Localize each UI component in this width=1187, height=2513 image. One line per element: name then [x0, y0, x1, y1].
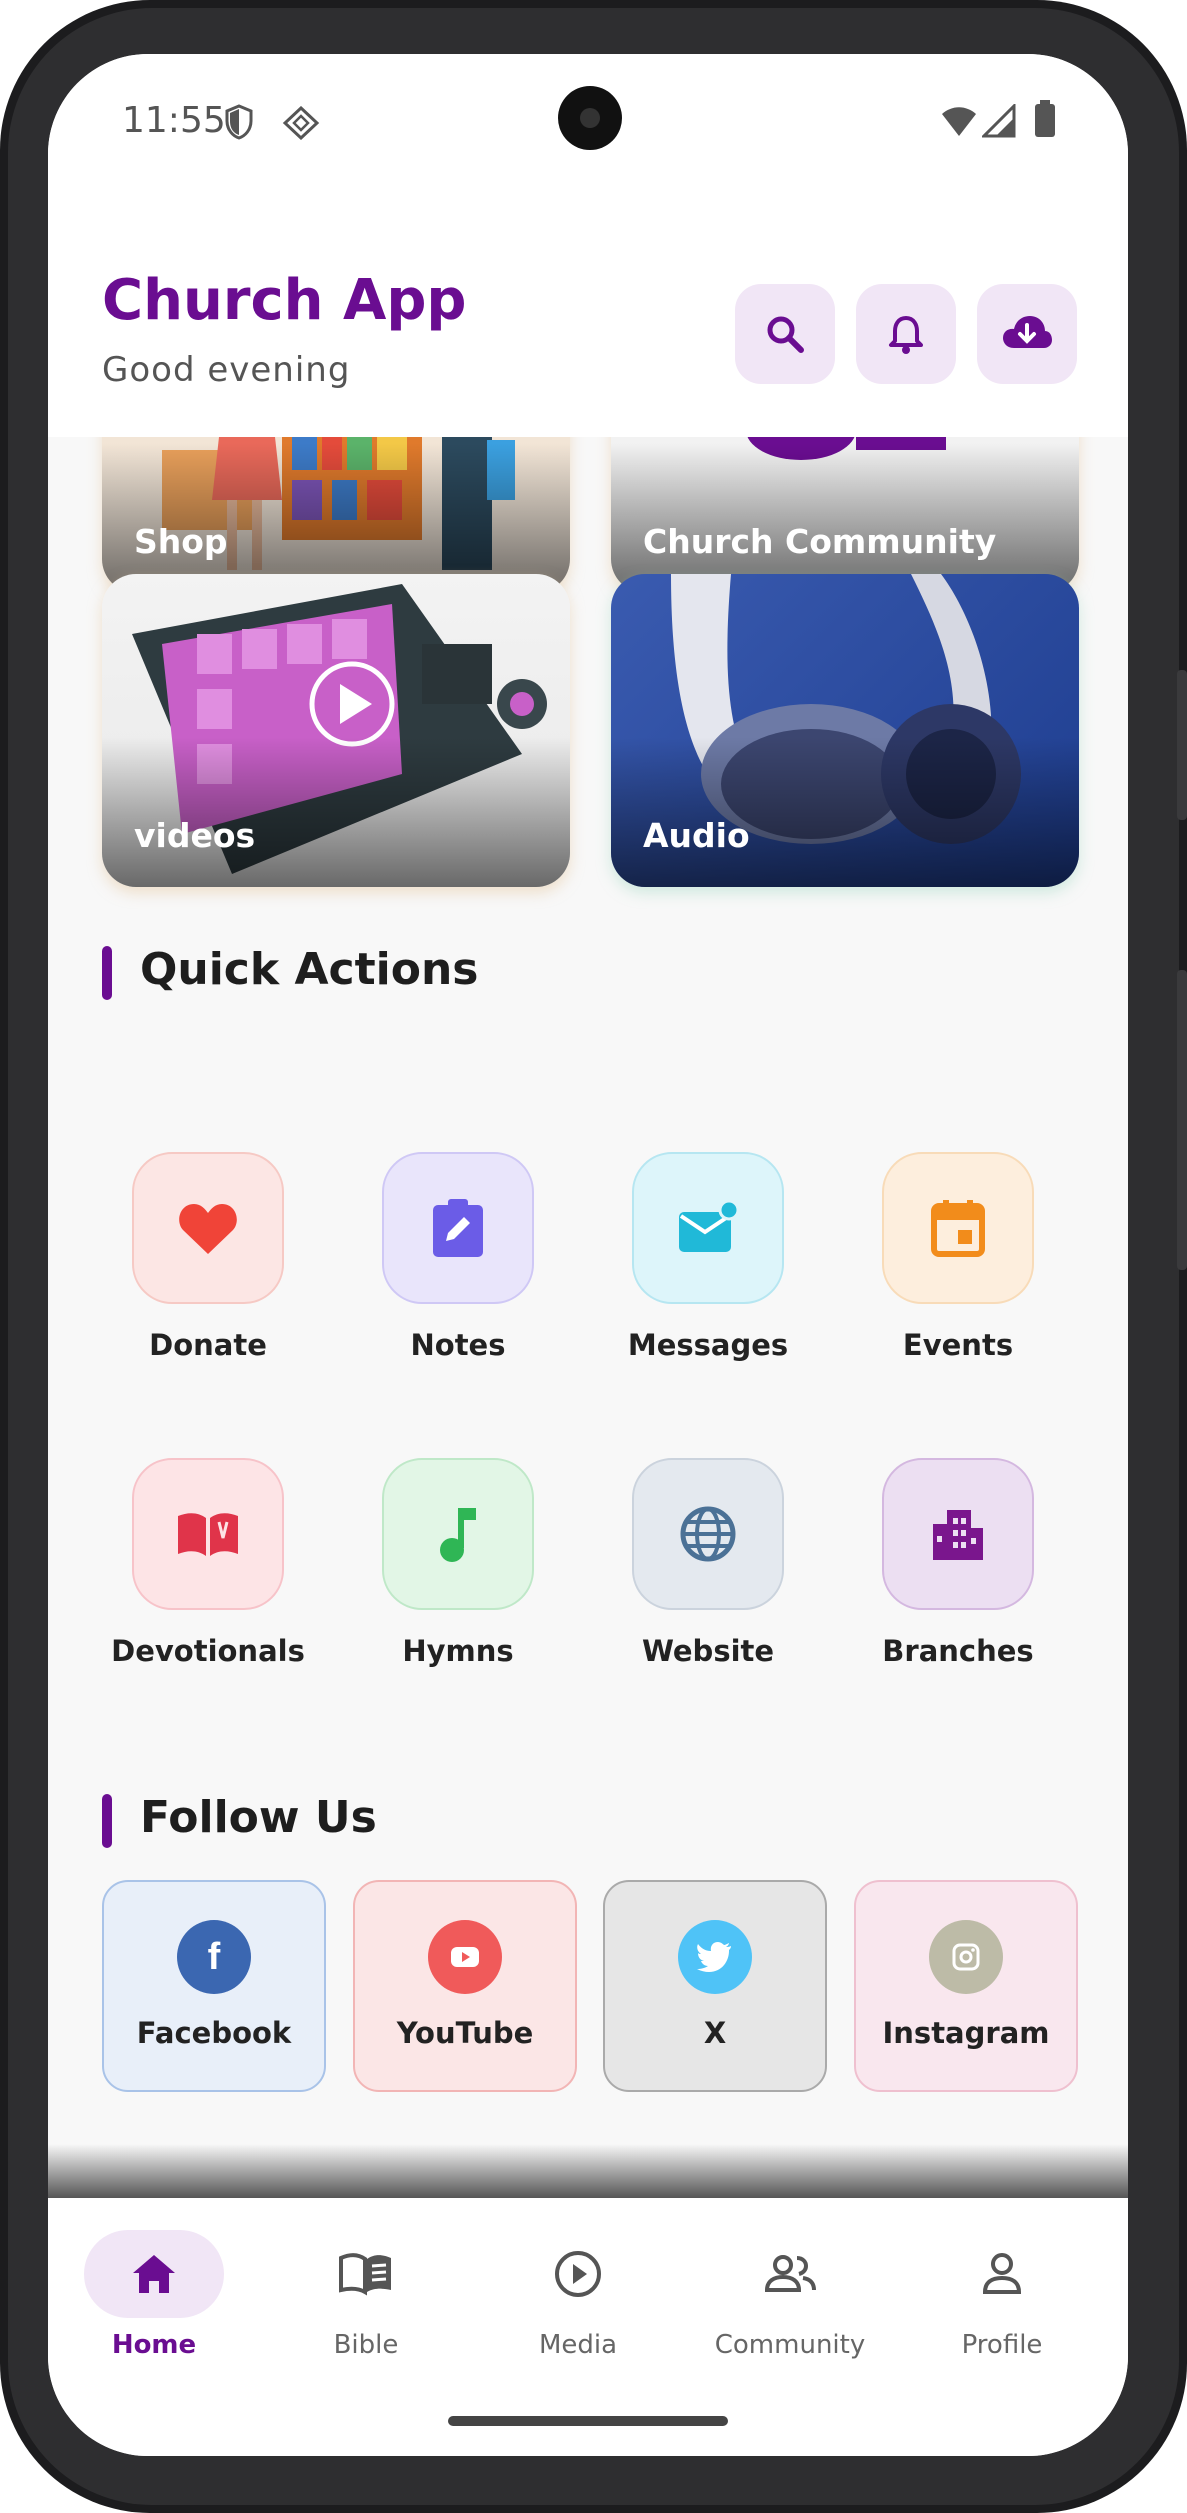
quick-action-icon-box: [382, 1458, 534, 1610]
quick-action-label: Messages: [627, 1328, 789, 1362]
volume-button: [1177, 670, 1187, 820]
heart-icon: [179, 1204, 237, 1254]
mail-icon: [679, 1200, 739, 1252]
quick-action-messages[interactable]: Messages: [598, 1152, 818, 1362]
app-title: Church App: [102, 268, 467, 333]
feature-card-label: Shop: [134, 522, 228, 561]
quick-action-label: Website: [641, 1634, 775, 1668]
play-circle-icon: [555, 2251, 601, 2297]
nav-item-community[interactable]: Community: [684, 2230, 896, 2360]
person-icon: [982, 2253, 1022, 2294]
nav-label: Media: [538, 2330, 618, 2360]
nav-pill: [932, 2230, 1072, 2318]
diamond-sync-icon: [282, 106, 320, 140]
download-button[interactable]: [977, 284, 1077, 384]
nav-pill: [84, 2230, 224, 2318]
nav-item-bible[interactable]: Bible: [260, 2230, 472, 2360]
social-facebook[interactable]: f Facebook: [102, 1880, 326, 2092]
quick-action-label: Devotionals: [111, 1634, 305, 1668]
quick-action-events[interactable]: Events: [848, 1152, 1068, 1362]
quick-action-label: Branches: [882, 1634, 1034, 1668]
app-header: Church App Good evening: [48, 194, 1128, 437]
signal-icon: [982, 104, 1016, 138]
feature-card-audio[interactable]: Audio: [611, 574, 1079, 887]
quick-action-website[interactable]: Website: [598, 1458, 818, 1668]
feature-card-label: Audio: [643, 816, 750, 855]
nav-label: Profile: [961, 2330, 1043, 2360]
screen: 11:55 Shop Church Community Church App G…: [48, 54, 1128, 2456]
quick-action-icon-box: [632, 1458, 784, 1610]
people-icon: [764, 2255, 816, 2292]
quick-action-label: Notes: [410, 1328, 506, 1362]
nav-item-profile[interactable]: Profile: [896, 2230, 1108, 2360]
battery-icon: [1035, 100, 1055, 137]
social-label: Instagram: [882, 2016, 1050, 2050]
cloud-download-icon: [1003, 316, 1052, 348]
globe-icon: [680, 1506, 736, 1562]
quick-action-label: Events: [902, 1328, 1014, 1362]
building-icon: [933, 1510, 983, 1560]
home-icon: [133, 2255, 175, 2293]
feature-card-label: Church Community: [643, 522, 997, 561]
edit-note-icon: [433, 1199, 483, 1257]
quick-action-notes[interactable]: Notes: [348, 1152, 568, 1362]
feature-card-label: videos: [134, 816, 256, 855]
search-button[interactable]: [735, 284, 835, 384]
search-icon: [767, 316, 804, 353]
home-indicator[interactable]: [448, 2416, 728, 2426]
quick-action-label: Donate: [149, 1328, 267, 1362]
youtube-icon: [428, 1920, 502, 1994]
greeting-text: Good evening: [102, 350, 351, 390]
quick-action-hymns[interactable]: Hymns: [348, 1458, 568, 1668]
music-note-icon: [440, 1508, 476, 1562]
status-bar: 11:55: [48, 54, 1128, 194]
calendar-icon: [931, 1200, 985, 1257]
nav-pill: [508, 2230, 648, 2318]
quick-action-devotionals[interactable]: Devotionals: [98, 1458, 318, 1668]
nav-label: Bible: [333, 2330, 399, 2360]
quick-action-icon-box: [132, 1458, 284, 1610]
social-youtube[interactable]: YouTube: [353, 1880, 577, 2092]
quick-action-branches[interactable]: Branches: [848, 1458, 1068, 1668]
nav-label: Home: [111, 2330, 197, 2360]
status-time: 11:55: [122, 100, 226, 141]
book-icon: [178, 1513, 238, 1556]
quick-action-label: Hymns: [402, 1634, 514, 1668]
quick-action-icon-box: [632, 1152, 784, 1304]
section-title-follow-us: Follow Us: [102, 1792, 377, 1848]
nav-label: Community: [714, 2330, 866, 2360]
quick-action-icon-box: [132, 1152, 284, 1304]
social-x[interactable]: X: [603, 1880, 827, 2092]
power-button: [1177, 970, 1187, 1270]
nav-pill: [720, 2230, 860, 2318]
social-instagram[interactable]: Instagram: [854, 1880, 1078, 2092]
front-camera: [558, 86, 622, 150]
quick-action-donate[interactable]: Donate: [98, 1152, 318, 1362]
notifications-button[interactable]: [856, 284, 956, 384]
nav-item-home[interactable]: Home: [48, 2230, 260, 2360]
facebook-icon: f: [177, 1920, 251, 1994]
social-label: YouTube: [396, 2016, 534, 2050]
twitter-bird-icon: [678, 1920, 752, 1994]
social-label: X: [703, 2016, 727, 2050]
quick-action-icon-box: [882, 1458, 1034, 1610]
instagram-icon: [929, 1920, 1003, 1994]
bell-icon: [889, 316, 923, 354]
nav-item-media[interactable]: Media: [472, 2230, 684, 2360]
feature-card-videos[interactable]: videos: [102, 574, 570, 887]
quick-action-icon-box: [382, 1152, 534, 1304]
social-label: Facebook: [136, 2016, 292, 2050]
section-title-quick-actions: Quick Actions: [102, 944, 478, 1000]
shield-icon: [225, 104, 253, 140]
quick-action-icon-box: [882, 1152, 1034, 1304]
book-open-icon: [339, 2253, 391, 2296]
wifi-icon: [942, 107, 976, 136]
nav-pill: [296, 2230, 436, 2318]
